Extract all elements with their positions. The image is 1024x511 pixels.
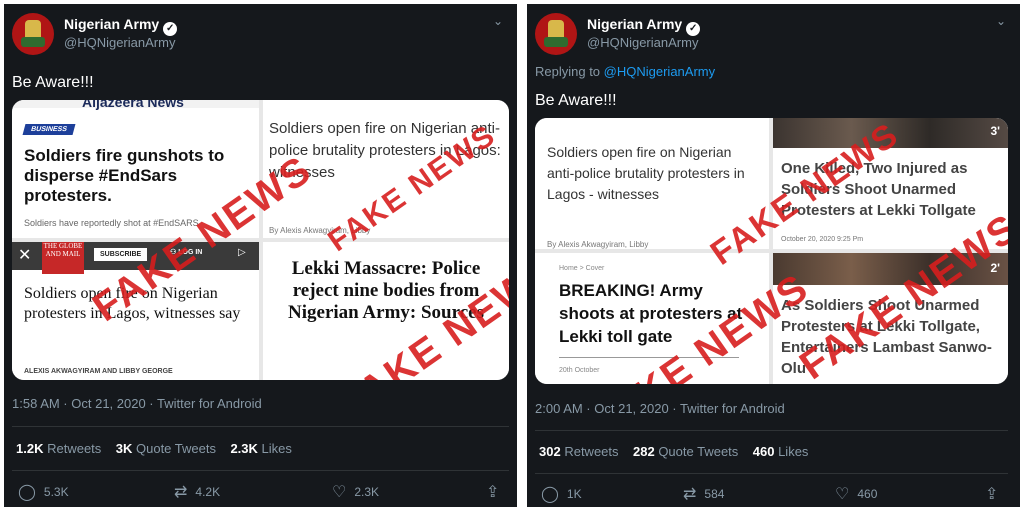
like-icon: ♡ — [835, 486, 850, 503]
reply-button[interactable]: ◯ 1K — [541, 484, 582, 504]
chevron-down-icon[interactable]: ⌄ — [996, 14, 1006, 28]
duration-badge: 3' — [990, 124, 1000, 138]
timestamp[interactable]: 2:00 AM · Oct 21, 2020 · Twitter for And… — [535, 401, 785, 416]
like-button[interactable]: ♡ 460 — [835, 484, 877, 504]
reply-icon: ◯ — [18, 484, 36, 501]
share-button[interactable]: ⇪ — [486, 482, 499, 502]
engagement-stats: 1.2K Retweets 3K Quote Tweets 2.3K Likes — [16, 441, 292, 456]
share-icon: ⇪ — [486, 484, 500, 501]
date: 20th October — [559, 367, 600, 374]
like-button[interactable]: ♡ 2.3K — [332, 482, 379, 502]
chevron-down-icon[interactable]: ⌄ — [493, 14, 503, 28]
avatar[interactable] — [535, 13, 577, 55]
likes-stat[interactable]: 460 Likes — [753, 444, 809, 459]
retweets-stat[interactable]: 302 Retweets — [539, 444, 619, 459]
display-name[interactable]: Nigerian Army ✓ — [64, 16, 178, 36]
media-grid[interactable]: Aljazeera News BUSINESS Soldiers fire gu… — [12, 100, 509, 380]
timestamp[interactable]: 1:58 AM · Oct 21, 2020 · Twitter for And… — [12, 396, 262, 411]
media-grid[interactable]: Soldiers open fire on Nigerian anti-poli… — [535, 118, 1008, 384]
divider — [12, 470, 509, 471]
retweet-icon: ⇄ — [174, 484, 188, 501]
category-badge: BUSINESS — [22, 124, 76, 135]
avatar[interactable] — [12, 13, 54, 55]
display-name[interactable]: Nigerian Army ✓ — [587, 16, 701, 36]
tweet-text: Be Aware!!! — [12, 74, 94, 91]
handle[interactable]: @HQNigerianArmy — [64, 35, 175, 50]
reply-button[interactable]: ◯ 5.3K — [18, 482, 69, 502]
share-icon: ⇪ — [985, 486, 999, 503]
date: October 20, 2020 9:25 Pm — [781, 236, 864, 243]
headline: Soldiers fire gunshots to disperse #EndS… — [24, 146, 225, 205]
handle[interactable]: @HQNigerianArmy — [587, 35, 698, 50]
divider — [535, 430, 1008, 431]
tweet-left: Nigerian Army ✓ @HQNigerianArmy ⌄ Be Awar… — [4, 4, 517, 507]
byline: By Alexis Akwagyiram, Libby — [547, 240, 649, 249]
verified-badge-icon: ✓ — [163, 22, 178, 36]
retweet-button[interactable]: ⇄ 584 — [683, 484, 724, 504]
engagement-stats: 302 Retweets 282 Quote Tweets 460 Likes — [539, 444, 808, 459]
retweet-button[interactable]: ⇄ 4.2K — [174, 482, 220, 502]
likes-stat[interactable]: 2.3K Likes — [230, 441, 291, 456]
breadcrumb: Home > Cover — [559, 265, 605, 272]
retweets-stat[interactable]: 1.2K Retweets — [16, 441, 101, 456]
divider — [535, 473, 1008, 474]
quote-tweets-stat[interactable]: 3K Quote Tweets — [116, 441, 216, 456]
replying-handle-link[interactable]: @HQNigerianArmy — [604, 64, 715, 79]
byline: ALEXIS AKWAGYIRAM AND LIBBY GEORGE — [24, 368, 173, 375]
tweet-text: Be Aware!!! — [535, 92, 617, 109]
sub-text: Soldiers have reportedly shot at #EndSAR… — [24, 218, 199, 228]
verified-badge-icon: ✓ — [686, 22, 701, 36]
tweet-right: Nigerian Army ✓ @HQNigerianArmy ⌄ Replyin… — [527, 4, 1020, 507]
play-icon: ▷ — [238, 247, 246, 258]
headline: Soldiers open fire on Nigerian anti-poli… — [547, 144, 745, 202]
replying-to: Replying to @HQNigerianArmy — [535, 64, 716, 79]
masthead: Aljazeera News — [82, 100, 184, 110]
like-icon: ♡ — [332, 484, 347, 501]
quote-tweets-stat[interactable]: 282 Quote Tweets — [633, 444, 738, 459]
reply-icon: ◯ — [541, 486, 559, 503]
logo: THE GLOBE AND MAIL — [42, 242, 84, 274]
divider — [12, 426, 509, 427]
close-icon: ✕ — [18, 247, 32, 264]
share-button[interactable]: ⇪ — [985, 484, 998, 504]
retweet-icon: ⇄ — [683, 486, 697, 503]
